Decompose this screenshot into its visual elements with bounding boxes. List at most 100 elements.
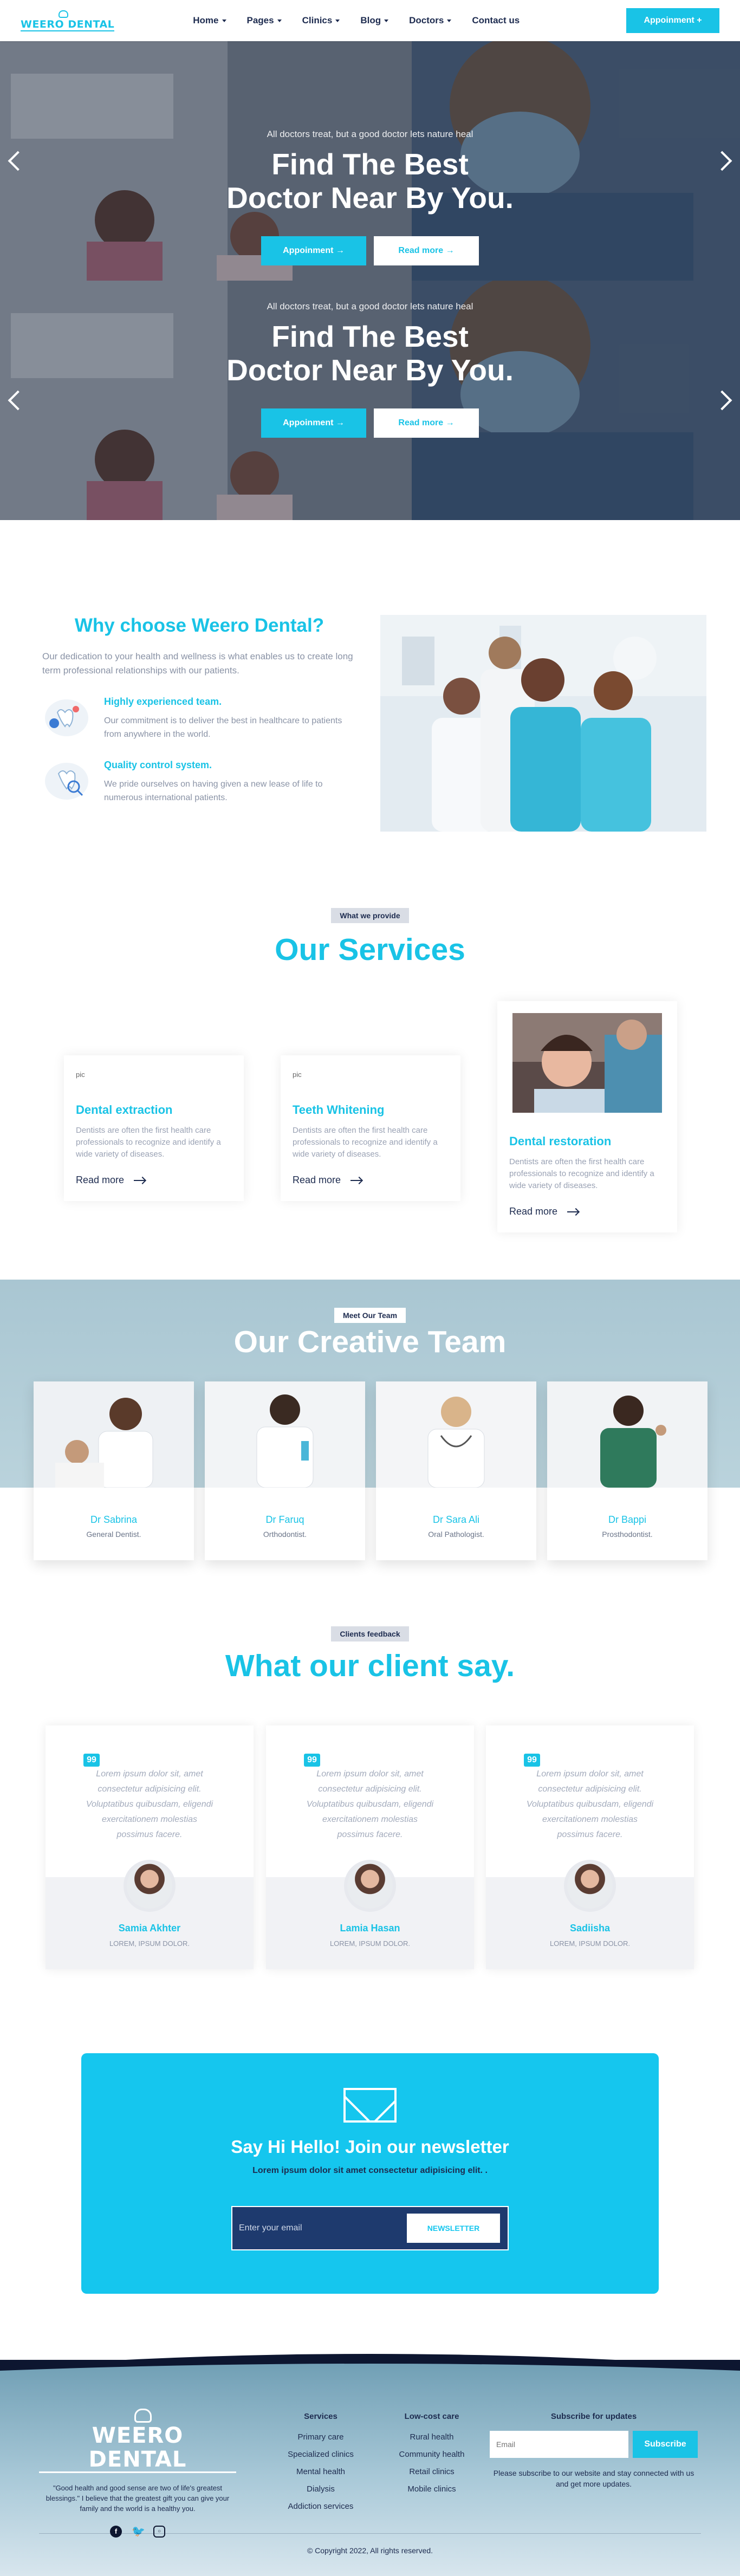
appointment-button[interactable]: Appoinment + [626, 8, 719, 33]
avatar [124, 1860, 176, 1912]
doctor-photo [376, 1381, 536, 1488]
footer-link[interactable]: Community health [391, 2446, 472, 2463]
read-more-link[interactable]: Read more [76, 1175, 232, 1186]
newsletter-email-input[interactable] [239, 2223, 406, 2233]
service-title: Dental extraction [76, 1103, 173, 1117]
section-title: Why choose Weero Dental? [74, 615, 324, 636]
section-description: Our dedication to your health and wellne… [42, 651, 353, 676]
hero-subtitle: All doctors treat, but a good doctor let… [267, 129, 473, 139]
copyright-text: © Copyright 2022, All rights reserved. [307, 2546, 433, 2555]
feature-item: Quality control system. We pride ourselv… [42, 760, 356, 804]
hero-readmore-button[interactable]: Read more → [374, 236, 479, 265]
broken-image-icon: pic [76, 1070, 85, 1079]
chevron-down-icon [335, 19, 340, 22]
footer-link[interactable]: Specialized clinics [283, 2446, 359, 2463]
testimonial-card: 99 Lorem ipsum dolor sit, amet consectet… [266, 1725, 474, 1969]
doctor-role: General Dentist. [86, 1530, 141, 1539]
testimonial-text: Lorem ipsum dolor sit, amet consectetur … [526, 1769, 654, 1839]
footer-link[interactable]: Mobile clinics [391, 2481, 472, 2498]
hero-appointment-button[interactable]: Appoinment → [261, 236, 366, 265]
footer-link[interactable]: Dialysis [283, 2481, 359, 2498]
hero-content: All doctors treat, but a good doctor let… [0, 129, 740, 265]
hero-slide: All doctors treat, but a good doctor let… [0, 41, 740, 281]
footer-link[interactable]: Addiction services [283, 2498, 359, 2515]
read-more-link[interactable]: Read more [509, 1206, 665, 1217]
testimonial-body: 99 Lorem ipsum dolor sit, amet consectet… [266, 1725, 474, 1877]
feature-title: Quality control system. [104, 760, 212, 770]
nav-label: Contact us [472, 15, 520, 25]
subscribe-button[interactable]: Subscribe [633, 2431, 698, 2458]
avatar [344, 1860, 396, 1912]
read-more-link[interactable]: Read more [293, 1175, 449, 1186]
quote-icon: 99 [83, 1754, 100, 1767]
dentists-team-photo [380, 615, 706, 832]
hero-content: All doctors treat, but a good doctor let… [0, 301, 740, 438]
service-description: Dentists are often the first health care… [76, 1126, 221, 1159]
broken-image-icon: pic [293, 1070, 302, 1079]
team-card[interactable]: Dr Bappi Prosthodontist. [547, 1381, 707, 1560]
service-card[interactable]: Dental restoration Dentists are often th… [497, 1001, 677, 1232]
arrow-right-icon [134, 1179, 145, 1181]
footer-quote: "Good health and good sense are two of l… [46, 2484, 230, 2513]
nav-clinics[interactable]: Clinics [302, 15, 340, 26]
chevron-down-icon [384, 19, 389, 22]
quote-icon: 99 [524, 1754, 540, 1767]
subscribe-form: Subscribe [490, 2431, 698, 2458]
footer-top-band [0, 2360, 740, 2371]
hero-appointment-button[interactable]: Appoinment → [261, 408, 366, 438]
why-choose-content: Why choose Weero Dental? Our dedication … [42, 615, 356, 804]
read-more-label: Read more [509, 1206, 558, 1217]
nav-pages[interactable]: Pages [247, 15, 282, 26]
nav-doctors[interactable]: Doctors [409, 15, 452, 26]
subscribe-email-input[interactable] [490, 2431, 628, 2458]
quote-icon: 99 [304, 1754, 320, 1767]
read-more-label: Read more [76, 1175, 125, 1185]
testimonial-card: 99 Lorem ipsum dolor sit, amet consectet… [486, 1725, 694, 1969]
nav-label: Clinics [302, 15, 333, 25]
footer-column-title: Services [304, 2412, 337, 2421]
testimonial-body: 99 Lorem ipsum dolor sit, amet consectet… [486, 1725, 694, 1877]
feature-description: Our commitment is to deliver the best in… [104, 716, 342, 739]
doctor-photo [205, 1381, 365, 1488]
service-card[interactable]: pic Dental extraction Dentists are often… [64, 1055, 244, 1201]
arrow-right-icon [567, 1211, 579, 1212]
section-title: Our Services [275, 932, 465, 967]
client-role: LOREM, IPSUM DOLOR. [549, 1939, 631, 1948]
footer-link[interactable]: Rural health [391, 2429, 472, 2446]
doctor-name: Dr Sara Ali [432, 1514, 480, 1525]
chevron-down-icon [277, 19, 282, 22]
feature-title: Highly experienced team. [104, 696, 222, 707]
footer-link[interactable]: Mental health [283, 2463, 359, 2481]
footer-divider [39, 2533, 701, 2534]
team-card[interactable]: Dr Faruq Orthodontist. [205, 1381, 365, 1560]
newsletter-form: NEWSLETTER [231, 2206, 509, 2250]
nav-contact[interactable]: Contact us [472, 15, 520, 26]
nav-home[interactable]: Home [193, 15, 226, 26]
nav-blog[interactable]: Blog [360, 15, 389, 26]
section-tag: What we provide [331, 908, 409, 923]
facebook-icon[interactable]: f [110, 2526, 122, 2538]
main-nav: Home Pages Clinics Blog Doctors Contact … [193, 15, 520, 26]
tooth-icon [59, 10, 68, 18]
testimonial-footer: Sadiisha LOREM, IPSUM DOLOR. [486, 1860, 694, 1969]
hero-buttons: Appoinment → Read more → [0, 236, 740, 265]
services-tag-wrap: What we provide [0, 908, 740, 923]
newsletter-submit-button[interactable]: NEWSLETTER [406, 2212, 501, 2244]
site-logo[interactable]: WEERO DENTAL [21, 10, 115, 31]
team-card[interactable]: Dr Sara Ali Oral Pathologist. [376, 1381, 536, 1560]
footer-link[interactable]: Retail clinics [391, 2463, 472, 2481]
dental-restoration-photo [512, 1013, 662, 1113]
hero-title-line: Find The Best [271, 320, 469, 353]
testimonial-body: 99 Lorem ipsum dolor sit, amet consectet… [46, 1725, 254, 1877]
footer-logo-text: WEERO DENTAL [39, 2424, 236, 2473]
footer-services-column: Services Primary care Specialized clinic… [283, 2412, 359, 2515]
envelope-icon [343, 2088, 397, 2123]
site-header: WEERO DENTAL Home Pages Clinics Blog Doc… [0, 0, 740, 41]
service-card[interactable]: pic Teeth Whitening Dentists are often t… [281, 1055, 460, 1201]
twitter-icon[interactable]: 🐦 [132, 2526, 145, 2538]
hero-readmore-button[interactable]: Read more → [374, 408, 479, 438]
footer-link[interactable]: Primary care [283, 2429, 359, 2446]
team-card[interactable]: Dr Sabrina General Dentist. [34, 1381, 194, 1560]
avatar [564, 1860, 616, 1912]
instagram-icon[interactable]: ○ [153, 2526, 165, 2538]
